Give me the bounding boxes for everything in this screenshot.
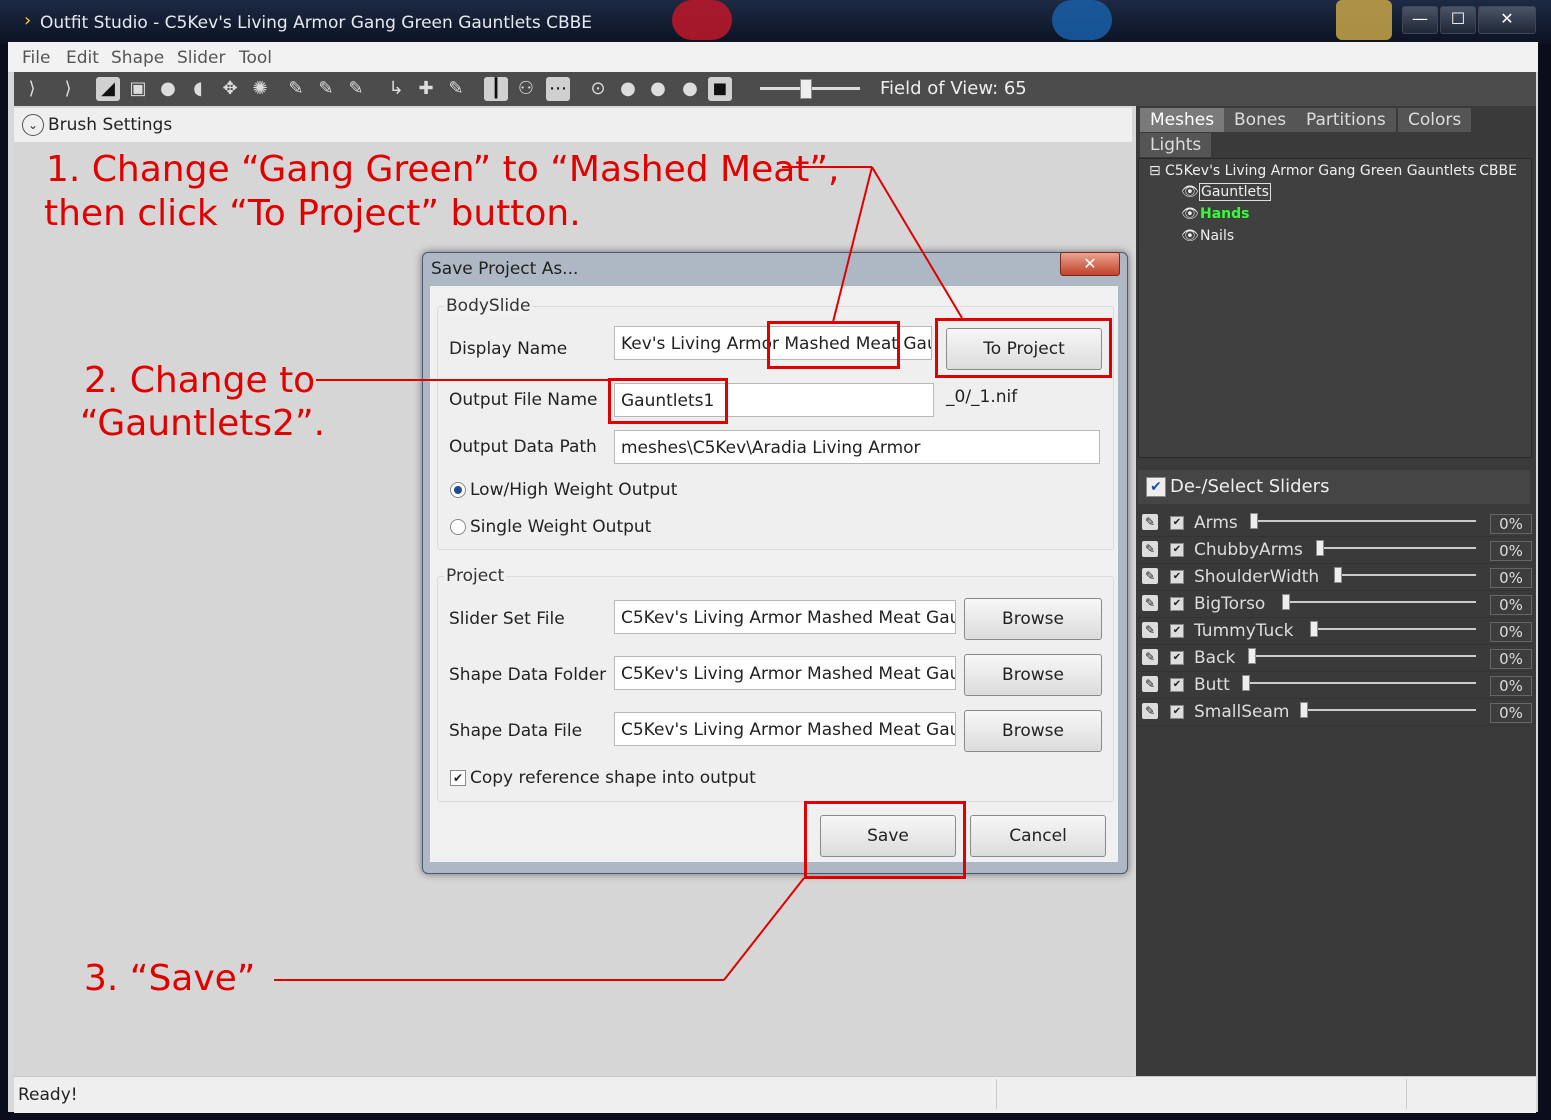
arrow-line — [832, 166, 873, 323]
annotation-arrows — [274, 166, 963, 981]
arrow-line — [723, 877, 805, 981]
arrow-line — [871, 166, 963, 319]
